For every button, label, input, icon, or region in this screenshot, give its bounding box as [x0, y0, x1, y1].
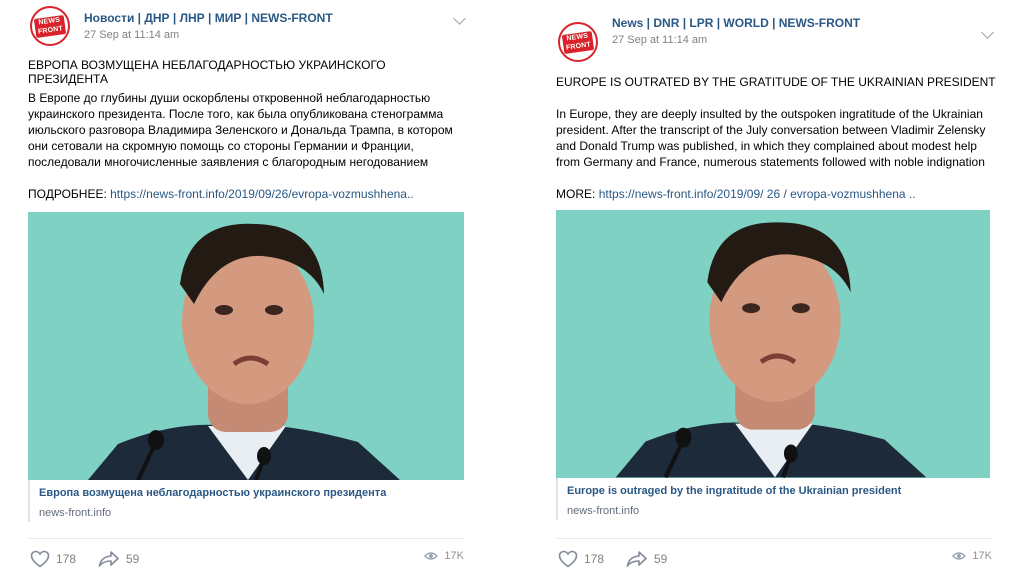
- views-counter: 17K: [424, 550, 464, 562]
- more-label: MORE:: [556, 187, 596, 201]
- more-line: ПОДРОБНЕЕ: https://news-front.info/2019/…: [28, 187, 414, 201]
- avatar[interactable]: NEWS FRONT: [558, 22, 598, 62]
- news-front-logo: NEWS FRONT: [33, 15, 67, 38]
- post-photo[interactable]: [556, 210, 990, 478]
- menu-chevron-icon[interactable]: [981, 26, 994, 39]
- post-photo[interactable]: [28, 212, 464, 480]
- post-header: News | DNR | LPR | WORLD | NEWS-FRONT 27…: [612, 16, 860, 46]
- views-counter: 17K: [952, 550, 992, 562]
- link-domain: news-front.info: [567, 505, 640, 517]
- portrait-image: [28, 212, 464, 480]
- post-time[interactable]: 27 Sep at 11:14 am: [84, 29, 333, 41]
- post-time[interactable]: 27 Sep at 11:14 am: [612, 34, 860, 46]
- source-name[interactable]: Новости | ДНР | ЛНР | МИР | NEWS-FRONT: [84, 11, 333, 25]
- post-actions: 178 59 17K: [28, 550, 464, 572]
- heart-icon: [558, 550, 578, 568]
- more-label: ПОДРОБНЕЕ:: [28, 187, 107, 201]
- share-count: 59: [654, 552, 668, 566]
- news-front-logo: NEWS FRONT: [561, 31, 595, 54]
- divider: [556, 538, 992, 539]
- post-headline: EUROPE IS OUTRATED BY THE GRATITUDE OF T…: [556, 75, 996, 89]
- post-body: In Europe, they are deeply insulted by t…: [556, 107, 986, 169]
- link-title[interactable]: Европа возмущена неблагодарностью украин…: [39, 487, 464, 499]
- source-name[interactable]: News | DNR | LPR | WORLD | NEWS-FRONT: [612, 16, 860, 30]
- share-count: 59: [126, 552, 140, 566]
- link-preview[interactable]: Europe is outraged by the ingratitude of…: [556, 478, 992, 520]
- more-link[interactable]: https://news-front.info/2019/09/26/evrop…: [110, 187, 414, 201]
- menu-chevron-icon[interactable]: [453, 12, 466, 25]
- more-link[interactable]: https://news-front.info/2019/09/ 26 / ev…: [599, 187, 916, 201]
- post-card-right: NEWS FRONT News | DNR | LPR | WORLD | NE…: [556, 0, 996, 576]
- view-count: 17K: [972, 550, 992, 562]
- avatar[interactable]: NEWS FRONT: [30, 6, 70, 46]
- eye-icon: [952, 552, 967, 560]
- heart-icon: [30, 550, 50, 568]
- eye-icon: [424, 552, 439, 560]
- post-headline: ЕВРОПА ВОЗМУЩЕНА НЕБЛАГОДАРНОСТЬЮ УКРАИН…: [28, 58, 386, 86]
- link-preview[interactable]: Европа возмущена неблагодарностью украин…: [28, 480, 464, 522]
- share-arrow-icon: [98, 551, 119, 567]
- share-arrow-icon: [626, 551, 647, 567]
- more-line: MORE: https://news-front.info/2019/09/ 2…: [556, 187, 916, 201]
- post-actions: 178 59 17K: [556, 550, 992, 572]
- divider: [28, 538, 464, 539]
- post-card-left: NEWS FRONT Новости | ДНР | ЛНР | МИР | N…: [28, 0, 468, 576]
- portrait-image: [556, 210, 990, 478]
- share-button[interactable]: 59: [98, 550, 139, 568]
- like-count: 178: [584, 552, 605, 566]
- view-count: 17K: [444, 550, 464, 562]
- link-title[interactable]: Europe is outraged by the ingratitude of…: [567, 485, 992, 497]
- like-button[interactable]: 178: [558, 550, 604, 568]
- post-body: В Европе до глубины души оскорблены откр…: [28, 91, 453, 169]
- like-button[interactable]: 178: [30, 550, 76, 568]
- post-header: Новости | ДНР | ЛНР | МИР | NEWS-FRONT 2…: [84, 11, 333, 41]
- share-button[interactable]: 59: [626, 550, 667, 568]
- link-domain: news-front.info: [39, 507, 112, 519]
- like-count: 178: [56, 552, 77, 566]
